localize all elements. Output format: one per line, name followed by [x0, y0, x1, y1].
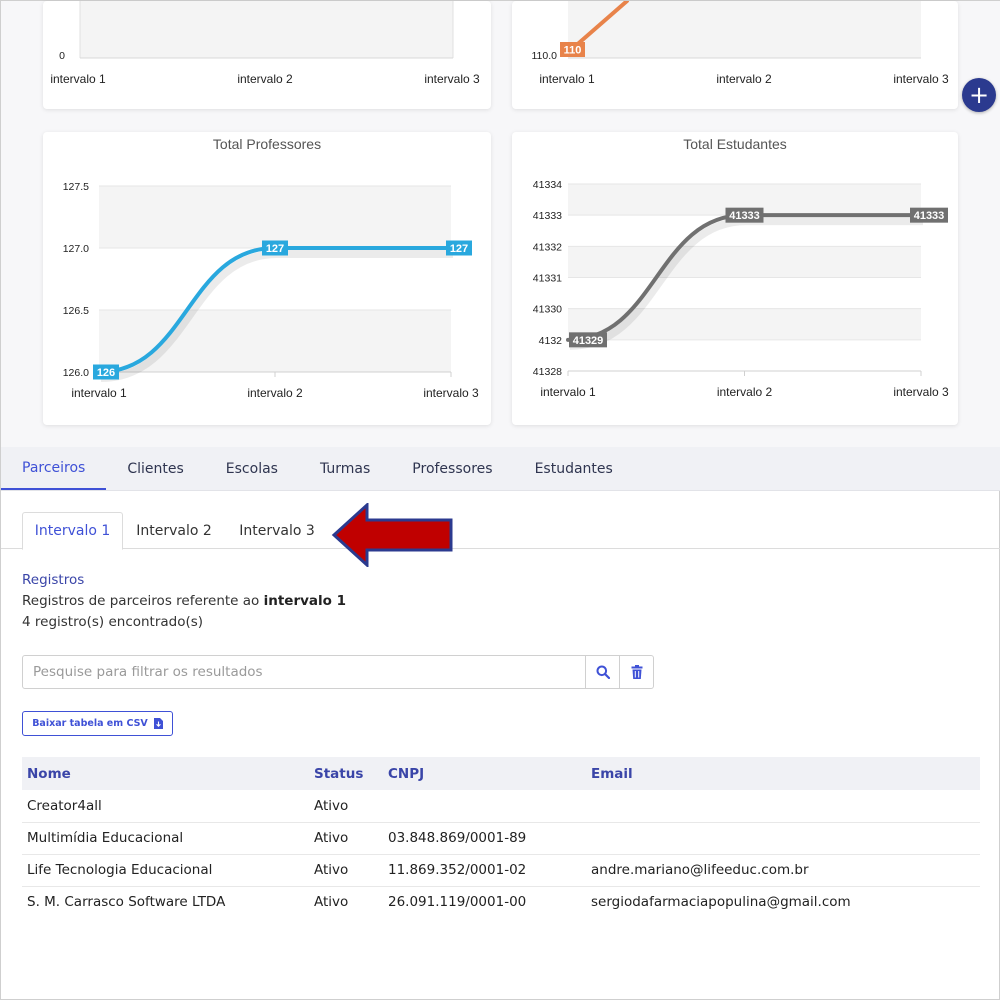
red-arrow-icon: [331, 503, 453, 567]
chart-professores-svg: Total Professores 127.5 127.0 126.5 126.0 int…: [63, 136, 479, 400]
data-label: 41333: [914, 210, 945, 222]
chart-title: Total Professores: [213, 136, 321, 152]
y-tick-label: 4132: [539, 335, 563, 347]
data-label: 41329: [573, 335, 604, 347]
y-tick-label: 127.5: [63, 181, 89, 193]
y-tick-label: 41333: [533, 210, 562, 222]
main-tabs: Parceiros Clientes Escolas Turmas Profes…: [1, 447, 1000, 491]
chart-card-top-left: 0 intervalo 1 intervalo 2 intervalo 3: [43, 1, 491, 109]
table-row[interactable]: Life Tecnologia Educacional Ativo 11.869…: [22, 854, 980, 887]
cell-status: Ativo: [309, 854, 383, 887]
search-bar: [22, 655, 654, 689]
x-tick-label: intervalo 3: [893, 72, 949, 86]
chart-estudantes-svg: Total Estudantes 41334 41333 41332 41331 4133…: [533, 136, 949, 399]
chart-top-right-svg: 110.0 110 intervalo 1 intervalo 2 interv…: [532, 1, 949, 86]
tab-parceiros[interactable]: Parceiros: [1, 447, 107, 490]
data-label: 127: [450, 243, 468, 255]
tab-clientes[interactable]: Clientes: [106, 447, 204, 490]
x-tick-label: intervalo 2: [237, 72, 293, 86]
x-tick-label: intervalo 1: [50, 72, 106, 86]
x-tick-label: intervalo 2: [717, 385, 773, 399]
column-header-email[interactable]: Email: [586, 757, 980, 790]
chart-top-left-svg: 0 intervalo 1 intervalo 2 intervalo 3: [50, 1, 480, 86]
table-row[interactable]: Creator4all Ativo: [22, 790, 980, 823]
data-label: 41333: [729, 210, 760, 222]
download-csv-label: Baixar tabela em CSV: [32, 718, 148, 729]
parceiros-table: Nome Status CNPJ Email Creator4all Ativo…: [22, 757, 980, 918]
y-tick-label: 0: [59, 50, 65, 62]
cell-status: Ativo: [314, 894, 349, 911]
registros-interval: intervalo 1: [263, 593, 347, 609]
y-tick-label: 41332: [533, 241, 562, 253]
y-tick-label: 110.0: [532, 50, 558, 62]
registros-count: 4 registro(s) encontrado(s): [22, 614, 204, 630]
interval-tabs: Intervalo 1 Intervalo 2 Intervalo 3: [1, 512, 1000, 550]
file-download-icon: [153, 718, 163, 729]
y-tick-label: 41331: [533, 273, 562, 285]
x-tick-label: intervalo 1: [71, 386, 127, 400]
data-label: 127: [266, 243, 284, 255]
download-csv-button[interactable]: Baixar tabela em CSV: [22, 711, 173, 736]
x-tick-label: intervalo 3: [424, 72, 480, 86]
y-tick-label: 126.5: [63, 305, 89, 317]
tab-intervalo-2[interactable]: Intervalo 2: [127, 512, 221, 549]
table-header-row: Nome Status CNPJ Email: [22, 757, 980, 790]
cell-cnpj: [383, 790, 586, 823]
y-tick-label: 41328: [533, 366, 562, 378]
registros-description: Registros de parceiros referente ao inte…: [22, 593, 346, 609]
column-header-status[interactable]: Status: [309, 757, 383, 790]
tab-turmas[interactable]: Turmas: [299, 447, 391, 490]
search-button[interactable]: [586, 655, 620, 689]
tab-estudantes[interactable]: Estudantes: [514, 447, 634, 490]
data-label: 126: [97, 367, 115, 379]
y-tick-label: 126.0: [63, 367, 89, 379]
x-tick-label: intervalo 2: [247, 386, 303, 400]
clear-button[interactable]: [620, 655, 654, 689]
cell-nome: Multimídia Educacional: [22, 822, 309, 855]
y-tick-label: 127.0: [63, 243, 89, 255]
tab-intervalo-1[interactable]: Intervalo 1: [22, 512, 123, 550]
cell-cnpj: 11.869.352/0001-02: [383, 854, 586, 887]
cell-cnpj: 26.091.119/0001-00: [388, 894, 527, 911]
trash-icon: [631, 665, 642, 679]
cell-nome: Life Tecnologia Educacional: [22, 854, 309, 887]
x-tick-label: intervalo 3: [893, 385, 949, 399]
tab-intervalo-3[interactable]: Intervalo 3: [229, 512, 325, 549]
cell-email: [586, 822, 980, 855]
cell-email: [586, 790, 980, 823]
chart-title: Total Estudantes: [683, 136, 787, 152]
cell-email: sergiodafarmaciapopulina@gmail.com: [591, 894, 851, 911]
cell-email: andre.mariano@lifeeduc.com.br: [586, 854, 980, 887]
chart-card-top-right: 110.0 110 intervalo 1 intervalo 2 interv…: [512, 1, 958, 109]
search-input[interactable]: [22, 655, 586, 689]
x-tick-label: intervalo 2: [716, 72, 772, 86]
cell-status: Ativo: [309, 790, 383, 823]
cell-nome: Creator4all: [22, 790, 309, 823]
x-tick-label: intervalo 3: [423, 386, 479, 400]
registros-title: Registros: [22, 572, 85, 588]
registros-description-text: Registros de parceiros referente ao: [22, 593, 260, 609]
column-header-nome[interactable]: Nome: [22, 757, 309, 790]
add-button[interactable]: +: [962, 78, 996, 112]
cell-status: Ativo: [309, 822, 383, 855]
grid-band: [568, 246, 921, 278]
chart-card-professores: Total Professores 127.5 127.0 126.5 126.0 int…: [43, 132, 491, 425]
x-tick-label: intervalo 1: [539, 72, 595, 86]
table-row[interactable]: S. M. Carrasco Software LTDA Ativo 26.09…: [22, 886, 980, 918]
table-row[interactable]: Multimídia Educacional Ativo 03.848.869/…: [22, 822, 980, 855]
grid-band: [99, 186, 451, 248]
tab-professores[interactable]: Professores: [391, 447, 513, 490]
y-tick-label: 41334: [533, 179, 562, 191]
search-icon: [596, 665, 610, 679]
x-tick-label: intervalo 1: [540, 385, 596, 399]
column-header-cnpj[interactable]: CNPJ: [383, 757, 586, 790]
cell-cnpj: 03.848.869/0001-89: [383, 822, 586, 855]
tab-escolas[interactable]: Escolas: [205, 447, 299, 490]
cell-nome: S. M. Carrasco Software LTDA: [27, 894, 226, 911]
chart-card-estudantes: Total Estudantes 41334 41333 41332 41331 4133…: [512, 132, 958, 425]
data-label: 110: [564, 45, 582, 57]
y-tick-label: 41330: [533, 304, 562, 316]
